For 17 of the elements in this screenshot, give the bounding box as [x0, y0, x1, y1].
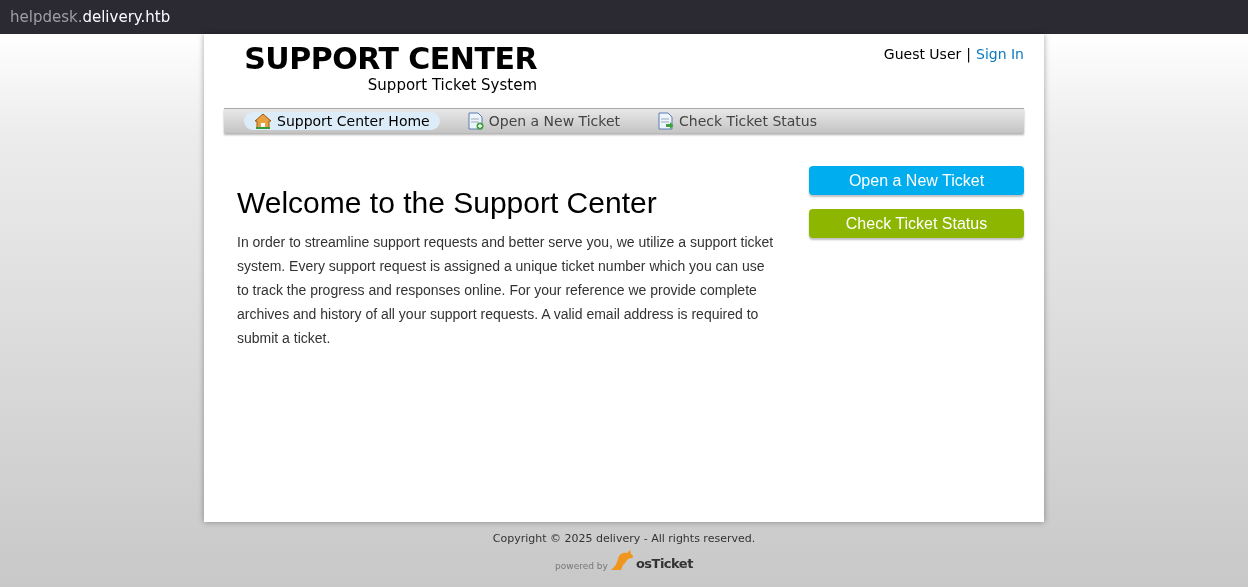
nav-tab[interactable]: Open a New Ticket: [457, 111, 630, 131]
welcome-heading: Welcome to the Support Center: [237, 186, 658, 220]
powered-by-text: powered by: [555, 561, 608, 571]
copyright-text: Copyright © 2025 delivery - All rights reserved.: [492, 532, 756, 545]
nav-tab[interactable]: Check Ticket Status: [648, 111, 827, 131]
logo-title: SUPPORT CENTER: [244, 42, 537, 76]
document-arrow-icon: [658, 112, 674, 130]
address-field[interactable]: helpdesk.delivery.htb: [10, 8, 171, 26]
welcome-text: In order to streamline support requests and better serve you, we utilize a support ticket system. Every support request is assigned a unique ticket number which you can use to track the progress and responses online. For your reference we provide complete archives and history of all your support requests. A valid email address is required to submit a ticket.: [237, 233, 775, 348]
house-icon: [254, 113, 272, 129]
document-plus-icon: [467, 112, 484, 130]
user-name: Guest User: [883, 46, 962, 64]
brand-name: osTicket: [635, 556, 693, 571]
sign-in-link[interactable]: Sign In: [976, 46, 1024, 108]
logo-subtitle: Support Ticket System: [367, 76, 537, 94]
separator: |: [966, 46, 971, 65]
nav-tab[interactable]: Support Center Home: [244, 112, 440, 130]
